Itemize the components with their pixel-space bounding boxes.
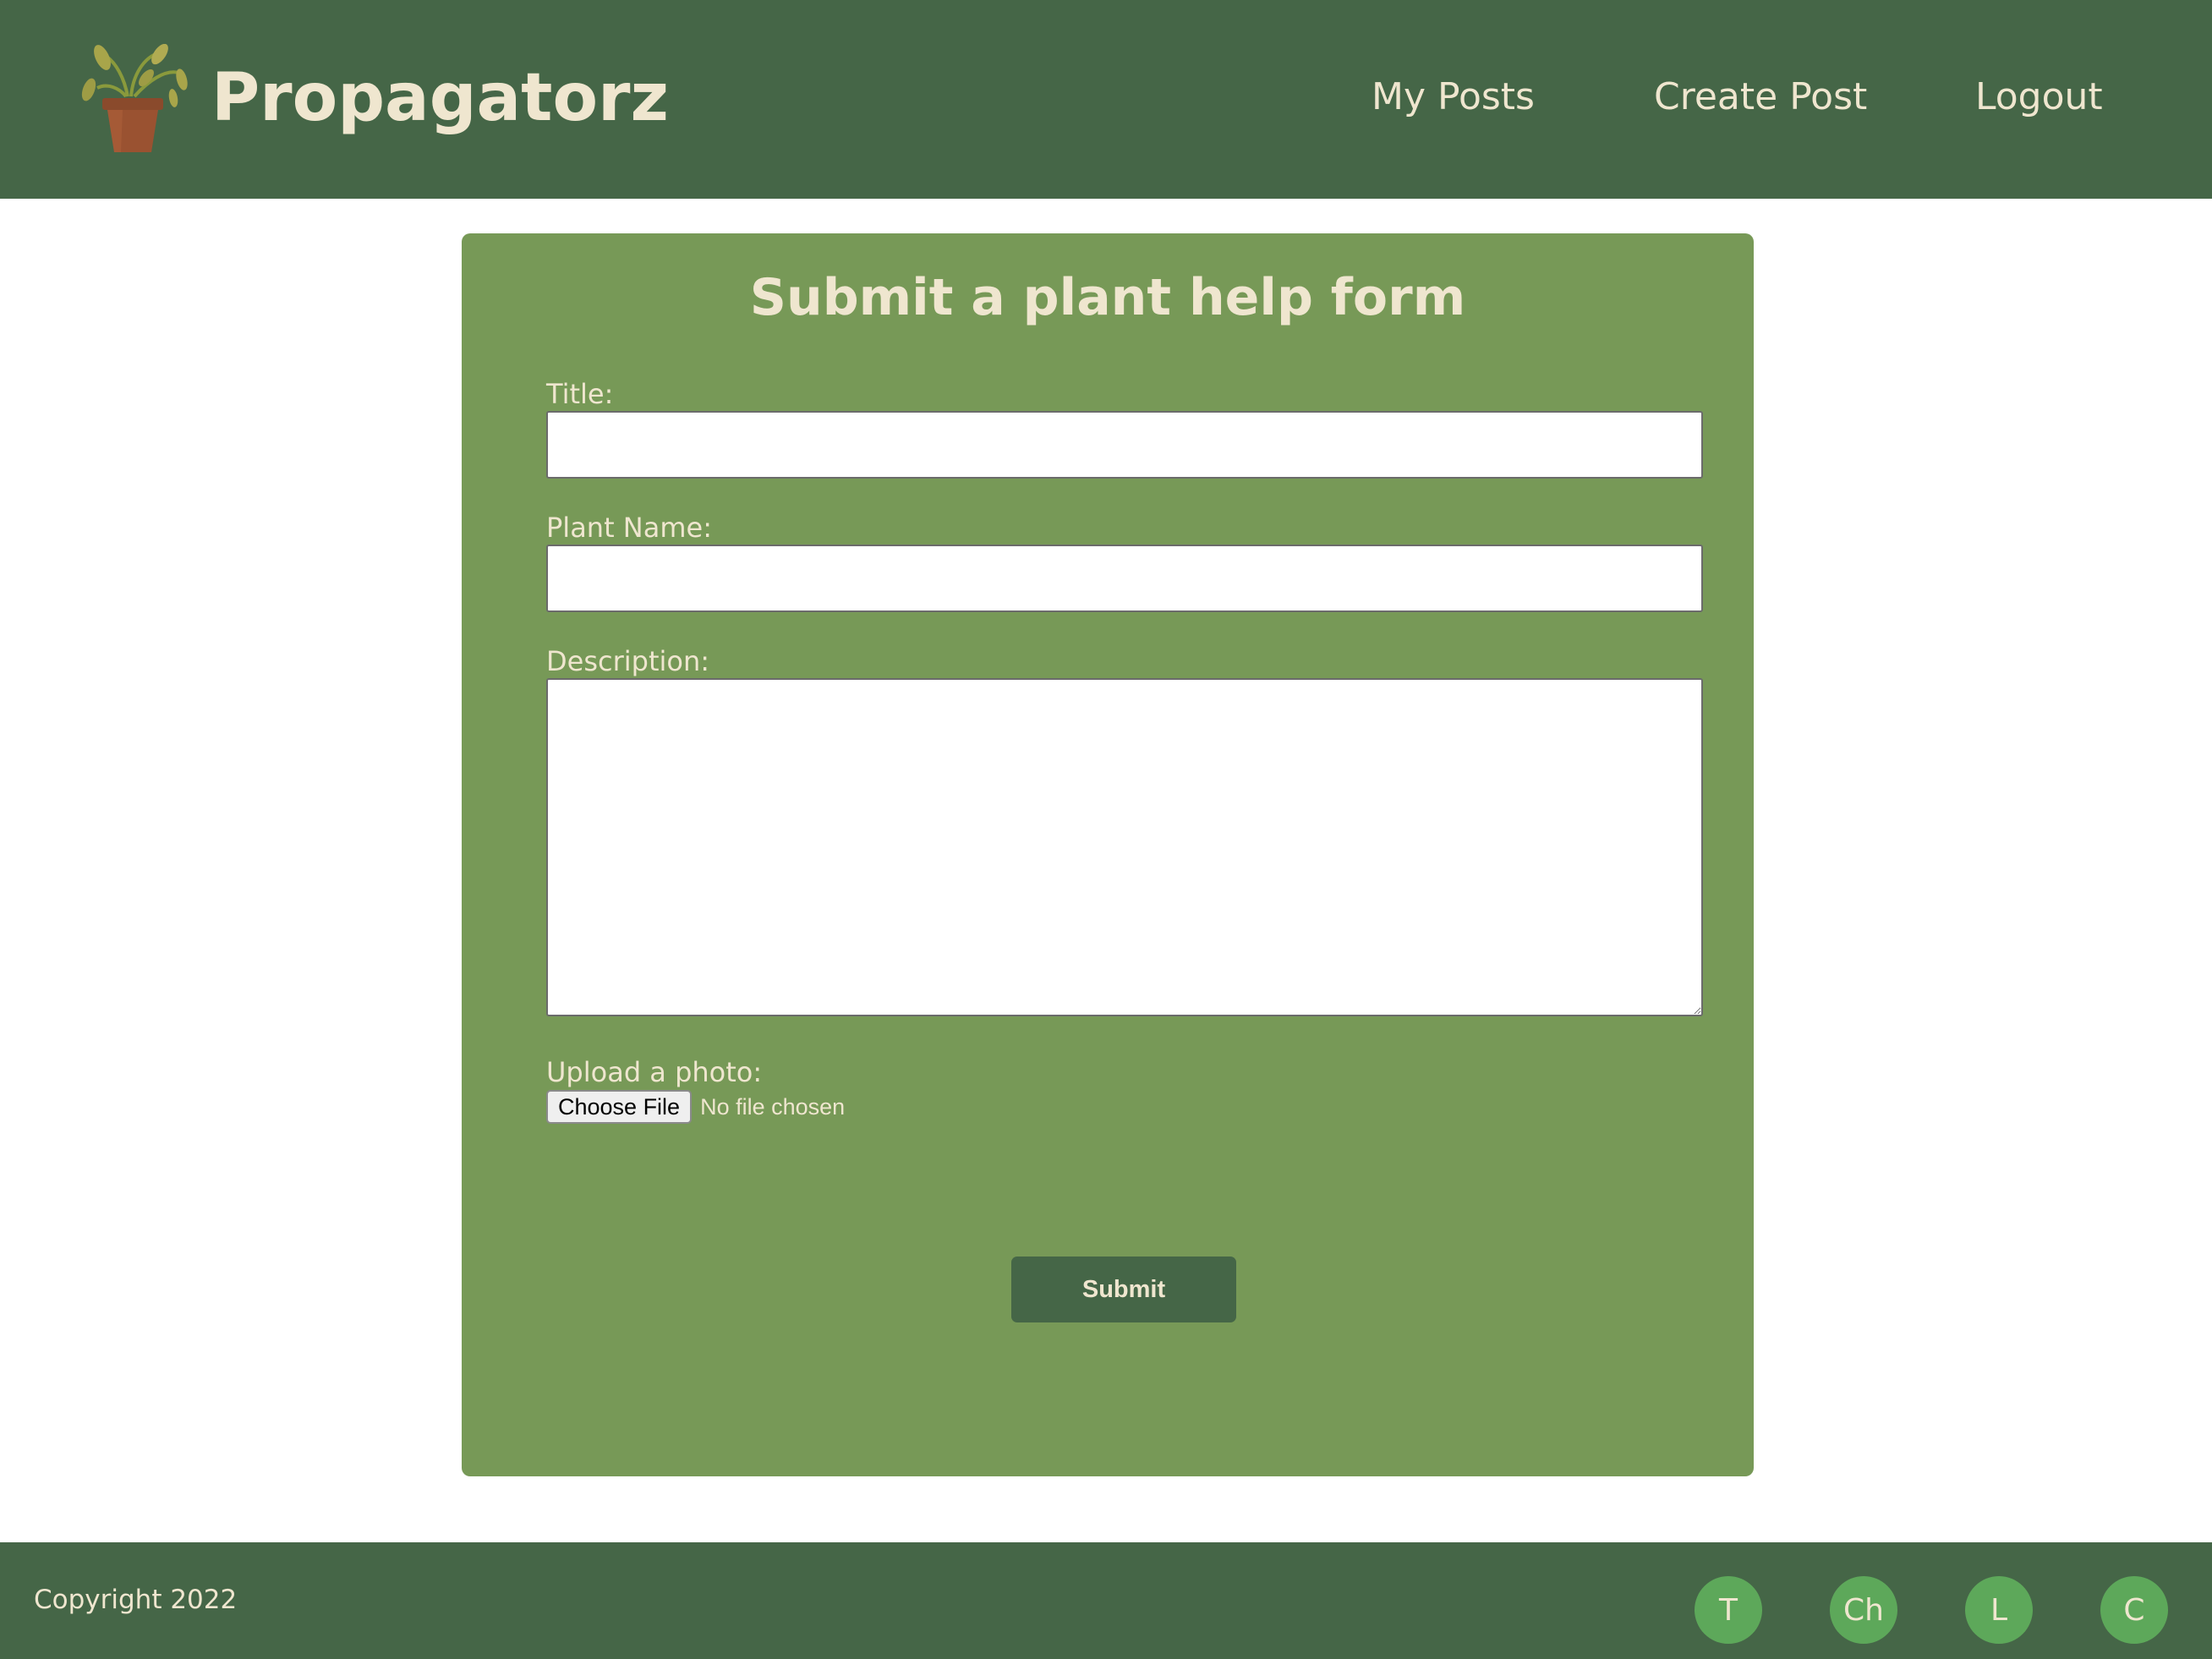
title-input[interactable] [546, 411, 1703, 479]
brand-name[interactable]: Propagatorz [211, 54, 669, 142]
plant-name-label: Plant Name: [546, 512, 712, 544]
social-link-l[interactable]: L [1965, 1576, 2033, 1644]
description-label: Description: [546, 645, 710, 677]
potted-plant-icon[interactable] [72, 44, 190, 156]
file-status-text: No file chosen [700, 1093, 846, 1120]
upload-photo-label: Upload a photo: [546, 1056, 763, 1088]
choose-file-button[interactable]: Choose File [546, 1090, 693, 1124]
nav-create-post-link[interactable]: Create Post [1654, 69, 1867, 125]
social-link-c[interactable]: C [2100, 1576, 2168, 1644]
copyright-text: Copyright 2022 [34, 1585, 238, 1615]
file-upload-control[interactable]: Choose File No file chosen [546, 1089, 845, 1125]
plant-name-input[interactable] [546, 545, 1703, 612]
nav-my-posts-link[interactable]: My Posts [1372, 69, 1535, 125]
social-link-ch[interactable]: Ch [1830, 1576, 1897, 1644]
site-header: Propagatorz My Posts Create Post Logout [0, 0, 2212, 199]
social-link-t[interactable]: T [1695, 1576, 1762, 1644]
title-label: Title: [546, 378, 614, 410]
description-textarea[interactable] [546, 678, 1703, 1016]
form-heading: Submit a plant help form [749, 268, 1466, 327]
nav-logout-link[interactable]: Logout [1975, 69, 2103, 125]
plant-help-form-card: Submit a plant help form Title: Plant Na… [462, 233, 1754, 1476]
submit-button[interactable]: Submit [1011, 1257, 1236, 1322]
site-footer: Copyright 2022 T Ch L C [0, 1542, 2212, 1659]
